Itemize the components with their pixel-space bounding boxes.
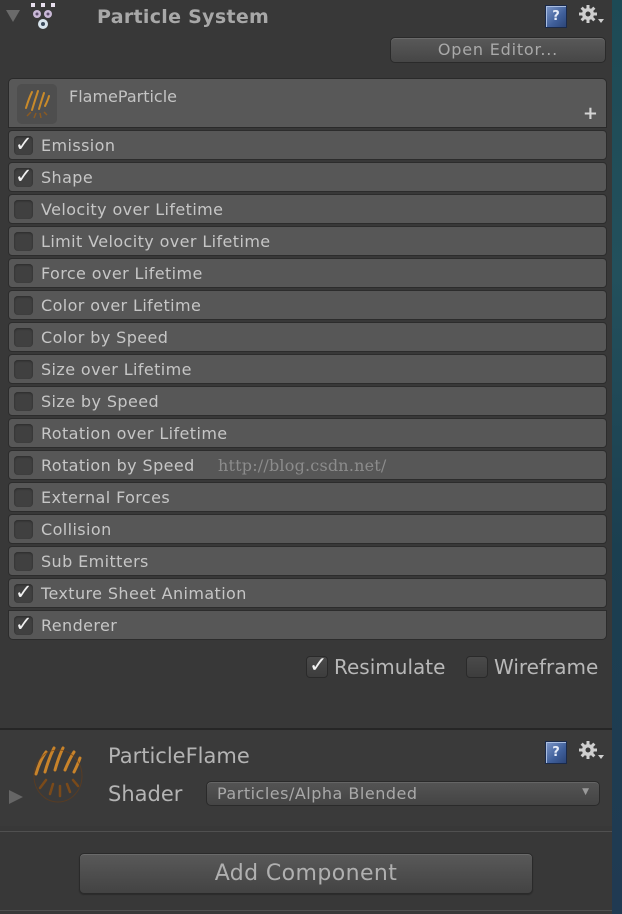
- module-label: Renderer: [41, 616, 118, 635]
- module-enabled-checkbox[interactable]: [14, 232, 33, 251]
- material-section: ParticleFlame ? Shader Particles/Alpha B…: [0, 730, 612, 826]
- wireframe-label: Wireframe: [494, 655, 599, 679]
- module-enabled-checkbox[interactable]: [14, 328, 33, 347]
- wireframe-checkbox[interactable]: [466, 656, 488, 678]
- add-module-plus-icon[interactable]: +: [583, 105, 598, 123]
- checkmark-icon: ✓: [309, 653, 328, 678]
- module-label: Rotation over Lifetime: [41, 424, 228, 443]
- module-label: Color by Speed: [41, 328, 169, 347]
- component-title: Particle System: [97, 6, 270, 28]
- module-label: Emission: [41, 136, 116, 155]
- module-row[interactable]: External Forces: [8, 482, 607, 512]
- module-enabled-checkbox[interactable]: ✓: [14, 612, 33, 636]
- module-row[interactable]: Velocity over Lifetime: [8, 194, 607, 224]
- module-label: Limit Velocity over Lifetime: [41, 232, 271, 251]
- gear-icon[interactable]: [578, 4, 604, 26]
- module-label: Texture Sheet Animation: [41, 584, 247, 603]
- checkmark-icon: ✓: [15, 612, 33, 636]
- module-label: External Forces: [41, 488, 171, 507]
- module-label: Velocity over Lifetime: [41, 200, 224, 219]
- material-foldout-arrow-icon[interactable]: [9, 790, 23, 804]
- material-preview-thumbnail: [33, 746, 83, 803]
- particle-system-icon: [31, 3, 55, 29]
- module-enabled-checkbox[interactable]: [14, 296, 33, 315]
- module-row[interactable]: Limit Velocity over Lifetime: [8, 226, 607, 256]
- module-label: Force over Lifetime: [41, 264, 203, 283]
- watermark-text: http://blog.csdn.net/: [218, 456, 387, 475]
- particle-system-header: Particle System ? Open Editor...: [0, 0, 612, 63]
- shader-dropdown[interactable]: Particles/Alpha Blended ▼: [206, 781, 600, 806]
- resimulate-label: Resimulate: [334, 655, 446, 679]
- module-enabled-checkbox[interactable]: [14, 552, 33, 571]
- module-label: Color over Lifetime: [41, 296, 202, 315]
- module-enabled-checkbox[interactable]: ✓: [14, 580, 33, 604]
- material-gear-icon[interactable]: [578, 740, 604, 762]
- checkmark-icon: ✓: [15, 164, 33, 188]
- module-row[interactable]: Rotation by Speed http://blog.csdn.net/: [8, 450, 607, 480]
- add-component-button[interactable]: Add Component: [79, 853, 533, 894]
- help-icon[interactable]: ?: [545, 5, 567, 28]
- inspector-panel: Particle System ? Open Editor... FlamePa…: [0, 0, 612, 914]
- module-enabled-checkbox[interactable]: [14, 392, 33, 411]
- material-name: ParticleFlame: [108, 744, 250, 768]
- module-row[interactable]: Force over Lifetime: [8, 258, 607, 288]
- section-divider: [0, 910, 612, 911]
- module-list: FlameParticle + ✓ Emission ✓ Shape Velocity …: [8, 78, 607, 640]
- module-label: Rotation by Speed: [41, 456, 195, 475]
- module-row[interactable]: ✓ Renderer: [8, 610, 607, 640]
- module-label: Sub Emitters: [41, 552, 149, 571]
- module-row[interactable]: ✓ Emission: [8, 130, 607, 160]
- particle-system-header-row[interactable]: FlameParticle +: [8, 78, 607, 128]
- module-row[interactable]: Collision: [8, 514, 607, 544]
- module-label: Size by Speed: [41, 392, 159, 411]
- shader-label: Shader: [108, 782, 183, 806]
- foldout-arrow-icon[interactable]: [6, 10, 20, 22]
- module-enabled-checkbox[interactable]: [14, 456, 33, 475]
- module-row[interactable]: ✓ Shape: [8, 162, 607, 192]
- module-enabled-checkbox[interactable]: ✓: [14, 164, 33, 188]
- particle-system-name: FlameParticle: [69, 87, 177, 106]
- material-help-icon[interactable]: ?: [545, 741, 567, 764]
- section-divider: [0, 831, 612, 832]
- module-row[interactable]: Rotation over Lifetime: [8, 418, 607, 448]
- module-enabled-checkbox[interactable]: [14, 520, 33, 539]
- checkmark-icon: ✓: [15, 132, 33, 156]
- scene-background-strip: [612, 0, 622, 914]
- module-enabled-checkbox[interactable]: ✓: [14, 132, 33, 156]
- module-enabled-checkbox[interactable]: [14, 360, 33, 379]
- module-label: Size over Lifetime: [41, 360, 192, 379]
- module-label: Collision: [41, 520, 112, 539]
- module-enabled-checkbox[interactable]: [14, 424, 33, 443]
- module-row[interactable]: Sub Emitters: [8, 546, 607, 576]
- flame-particle-thumbnail: [17, 84, 57, 124]
- resimulate-checkbox[interactable]: ✓: [306, 653, 328, 678]
- module-row[interactable]: Color by Speed: [8, 322, 607, 352]
- module-row[interactable]: Size over Lifetime: [8, 354, 607, 384]
- module-row[interactable]: ✓ Texture Sheet Animation: [8, 578, 607, 608]
- module-label: Shape: [41, 168, 94, 187]
- module-enabled-checkbox[interactable]: [14, 488, 33, 507]
- open-editor-button[interactable]: Open Editor...: [390, 37, 606, 63]
- module-enabled-checkbox[interactable]: [14, 264, 33, 283]
- checkmark-icon: ✓: [15, 580, 33, 604]
- module-row[interactable]: Color over Lifetime: [8, 290, 607, 320]
- module-enabled-checkbox[interactable]: [14, 200, 33, 219]
- chevron-down-icon: ▼: [582, 787, 589, 797]
- shader-value: Particles/Alpha Blended: [217, 784, 418, 803]
- module-row[interactable]: Size by Speed: [8, 386, 607, 416]
